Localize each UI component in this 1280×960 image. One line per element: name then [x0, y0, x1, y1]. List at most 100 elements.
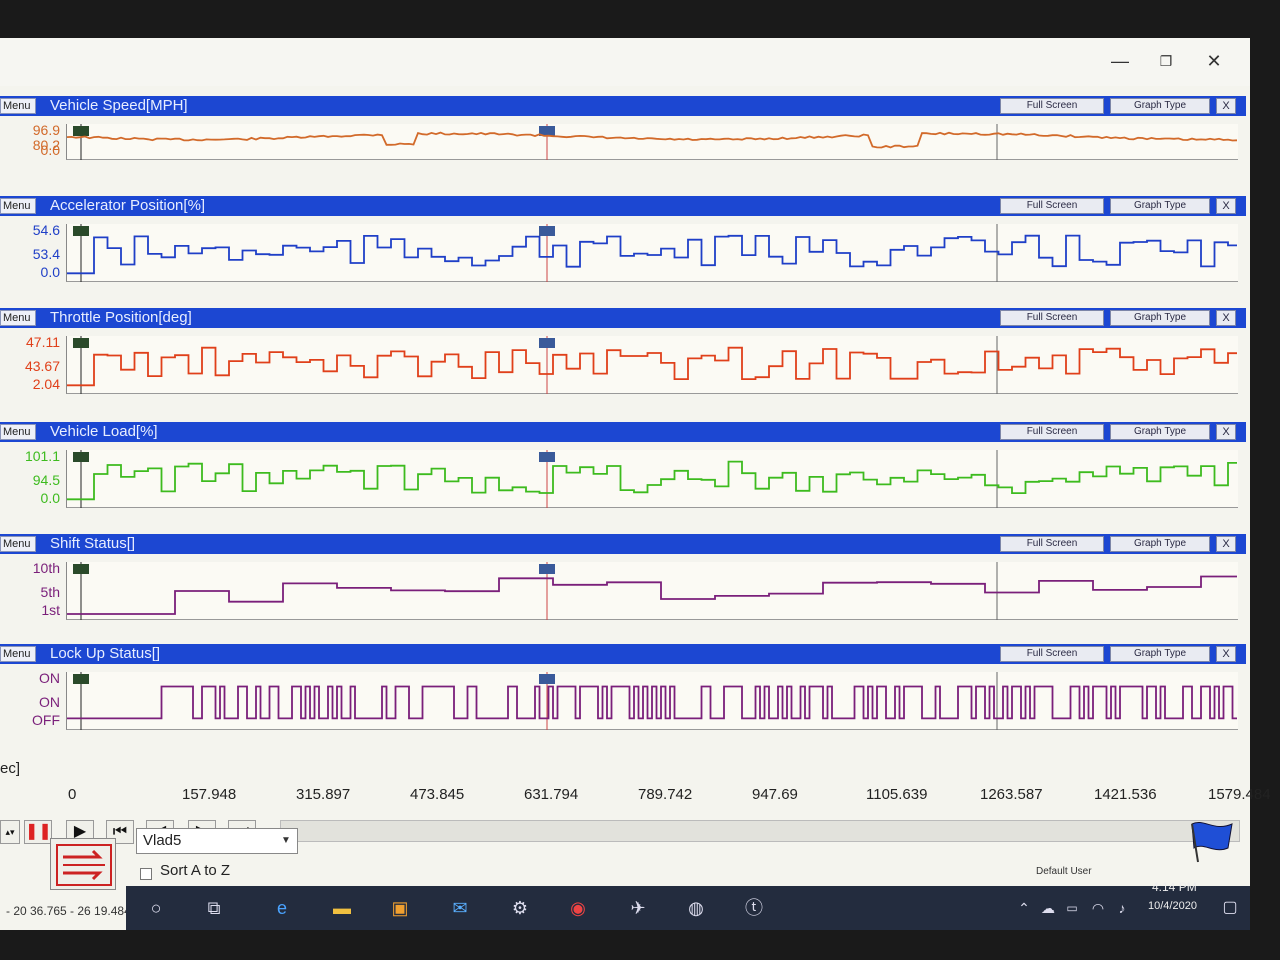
close-icon[interactable]: ✕	[1202, 50, 1226, 72]
graph-panel-accelerator: Menu Accelerator Position[%] Full Screen Gr…	[0, 196, 1246, 304]
sort-checkbox[interactable]	[140, 868, 152, 880]
panel-menu-button[interactable]: Menu	[0, 98, 36, 114]
y-axis-label: 0.0	[40, 142, 60, 158]
x-tick-label: 157.948	[182, 786, 237, 803]
close-panel-button[interactable]: X	[1216, 198, 1236, 214]
full-screen-button[interactable]: Full Screen	[1000, 98, 1104, 114]
start-marker-icon[interactable]	[73, 564, 89, 574]
panel-menu-button[interactable]: Menu	[0, 536, 36, 552]
panel-title: Accelerator Position[%]	[50, 197, 206, 214]
wifi-icon[interactable]: ◠	[1086, 896, 1110, 920]
graph-type-button[interactable]: Graph Type	[1110, 98, 1210, 114]
x-tick-label: 947.69	[752, 786, 798, 803]
folder-icon[interactable]: ▬	[330, 896, 354, 920]
x-axis-unit: ec]	[0, 760, 21, 777]
position-marker-icon[interactable]	[539, 564, 555, 574]
mail-icon[interactable]: ✉	[448, 896, 472, 920]
start-marker-icon[interactable]	[73, 452, 89, 462]
panel-title: Lock Up Status[]	[50, 645, 161, 662]
panel-title: Throttle Position[deg]	[50, 309, 192, 326]
close-panel-button[interactable]: X	[1216, 536, 1236, 552]
trace-line	[67, 346, 1237, 387]
panel-header: Menu Vehicle Speed[MPH] Full Screen Graph T…	[0, 96, 1246, 116]
chevron-up-icon[interactable]: ⌃	[1012, 896, 1036, 920]
close-panel-button[interactable]: X	[1216, 310, 1236, 326]
y-axis-label: 2.04	[32, 376, 60, 392]
store-icon[interactable]: ▣	[388, 896, 412, 920]
position-marker-icon[interactable]	[539, 338, 555, 348]
profile-select[interactable]: Vlad5 ▼	[136, 828, 298, 854]
y-axis-label: 54.6	[32, 222, 60, 238]
position-marker-icon[interactable]	[539, 452, 555, 462]
position-marker-icon[interactable]	[539, 226, 555, 236]
trace-line	[67, 234, 1237, 275]
graph-panel-lockup: Menu Lock Up Status[] Full Screen Graph Typ…	[0, 644, 1246, 752]
full-screen-button[interactable]: Full Screen	[1000, 646, 1104, 662]
cloud-icon[interactable]: ☁	[1036, 896, 1060, 920]
y-axis-label: ON	[39, 670, 60, 686]
x-tick-label: 1105.639	[866, 786, 928, 803]
full-screen-button[interactable]: Full Screen	[1000, 424, 1104, 440]
y-axis-label: 10th	[32, 560, 60, 576]
trace-svg	[67, 224, 1237, 282]
plot-area[interactable]	[66, 124, 1238, 160]
panel-menu-button[interactable]: Menu	[0, 424, 36, 440]
plot-area[interactable]	[66, 672, 1238, 730]
graph-type-button[interactable]: Graph Type	[1110, 536, 1210, 552]
panel-header: Menu Shift Status[] Full Screen Graph Type X	[0, 534, 1246, 554]
minimize-icon[interactable]: —	[1108, 50, 1132, 72]
panel-menu-button[interactable]: Menu	[0, 646, 36, 662]
y-axis-label: 47.11	[26, 334, 60, 350]
panel-header: Menu Throttle Position[deg] Full Screen Gra…	[0, 308, 1246, 328]
close-panel-button[interactable]: X	[1216, 424, 1236, 440]
position-marker-icon[interactable]	[539, 674, 555, 684]
close-panel-button[interactable]: X	[1216, 98, 1236, 114]
x-axis: 0 157.948 315.897 473.845 631.794 789.742 947.…	[0, 778, 1271, 808]
app-window: — ❐ ✕ Menu Vehicle Speed[MPH] Full Screen G…	[0, 38, 1271, 930]
panel-menu-button[interactable]: Menu	[0, 310, 36, 326]
app-icon[interactable]: ✈	[626, 896, 650, 920]
vf-icon[interactable]: ◍	[684, 896, 708, 920]
start-marker-icon[interactable]	[73, 226, 89, 236]
panel-header: Menu Accelerator Position[%] Full Screen Gr…	[0, 196, 1246, 216]
x-tick-label: 1579.484	[1208, 786, 1271, 803]
restore-icon[interactable]: ❐	[1154, 50, 1178, 72]
flag-icon[interactable]	[1184, 818, 1240, 871]
panel-header: Menu Vehicle Load[%] Full Screen Graph Type…	[0, 422, 1246, 442]
sort-label: Sort A to Z	[160, 862, 231, 879]
trace-svg	[67, 336, 1237, 394]
plot-area[interactable]	[66, 562, 1238, 620]
y-axis-label: 0.0	[40, 264, 60, 280]
chrome-icon[interactable]: ◉	[566, 896, 590, 920]
x-tick-label: 1263.587	[980, 786, 1043, 803]
full-screen-button[interactable]: Full Screen	[1000, 536, 1104, 552]
settings-icon[interactable]: ⚙	[508, 896, 532, 920]
panel-title: Vehicle Speed[MPH]	[50, 97, 188, 114]
close-panel-button[interactable]: X	[1216, 646, 1236, 662]
graph-type-button[interactable]: Graph Type	[1110, 424, 1210, 440]
notification-icon[interactable]: ▢	[1218, 896, 1242, 920]
graph-type-button[interactable]: Graph Type	[1110, 646, 1210, 662]
y-axis-label: OFF	[32, 712, 60, 728]
panel-menu-button[interactable]: Menu	[0, 198, 36, 214]
edge-icon[interactable]: e	[270, 896, 294, 920]
trace-svg	[67, 672, 1237, 730]
t-app-icon[interactable]: ⓣ	[742, 896, 766, 920]
battery-icon[interactable]: ▭	[1060, 896, 1084, 920]
volume-icon[interactable]: ♪	[1110, 896, 1134, 920]
graph-type-button[interactable]: Graph Type	[1110, 310, 1210, 326]
plot-area[interactable]	[66, 336, 1238, 394]
graph-type-button[interactable]: Graph Type	[1110, 198, 1210, 214]
full-screen-button[interactable]: Full Screen	[1000, 310, 1104, 326]
start-marker-icon[interactable]	[73, 338, 89, 348]
task-view-icon[interactable]: ⧉	[202, 896, 226, 920]
plot-area[interactable]	[66, 450, 1238, 508]
search-circle-icon[interactable]: ○	[144, 896, 168, 920]
swap-icon[interactable]	[50, 838, 116, 890]
taskbar: ○ ⧉ e ▬ ▣ ✉ ⚙ ◉ ✈ ◍ ⓣ ⌃ ☁ ▭ ◠ ♪ ▢	[126, 886, 1250, 930]
trace-line	[67, 131, 1237, 149]
start-marker-icon[interactable]	[73, 674, 89, 684]
start-marker-icon[interactable]	[73, 126, 89, 136]
full-screen-button[interactable]: Full Screen	[1000, 198, 1104, 214]
plot-area[interactable]	[66, 224, 1238, 282]
